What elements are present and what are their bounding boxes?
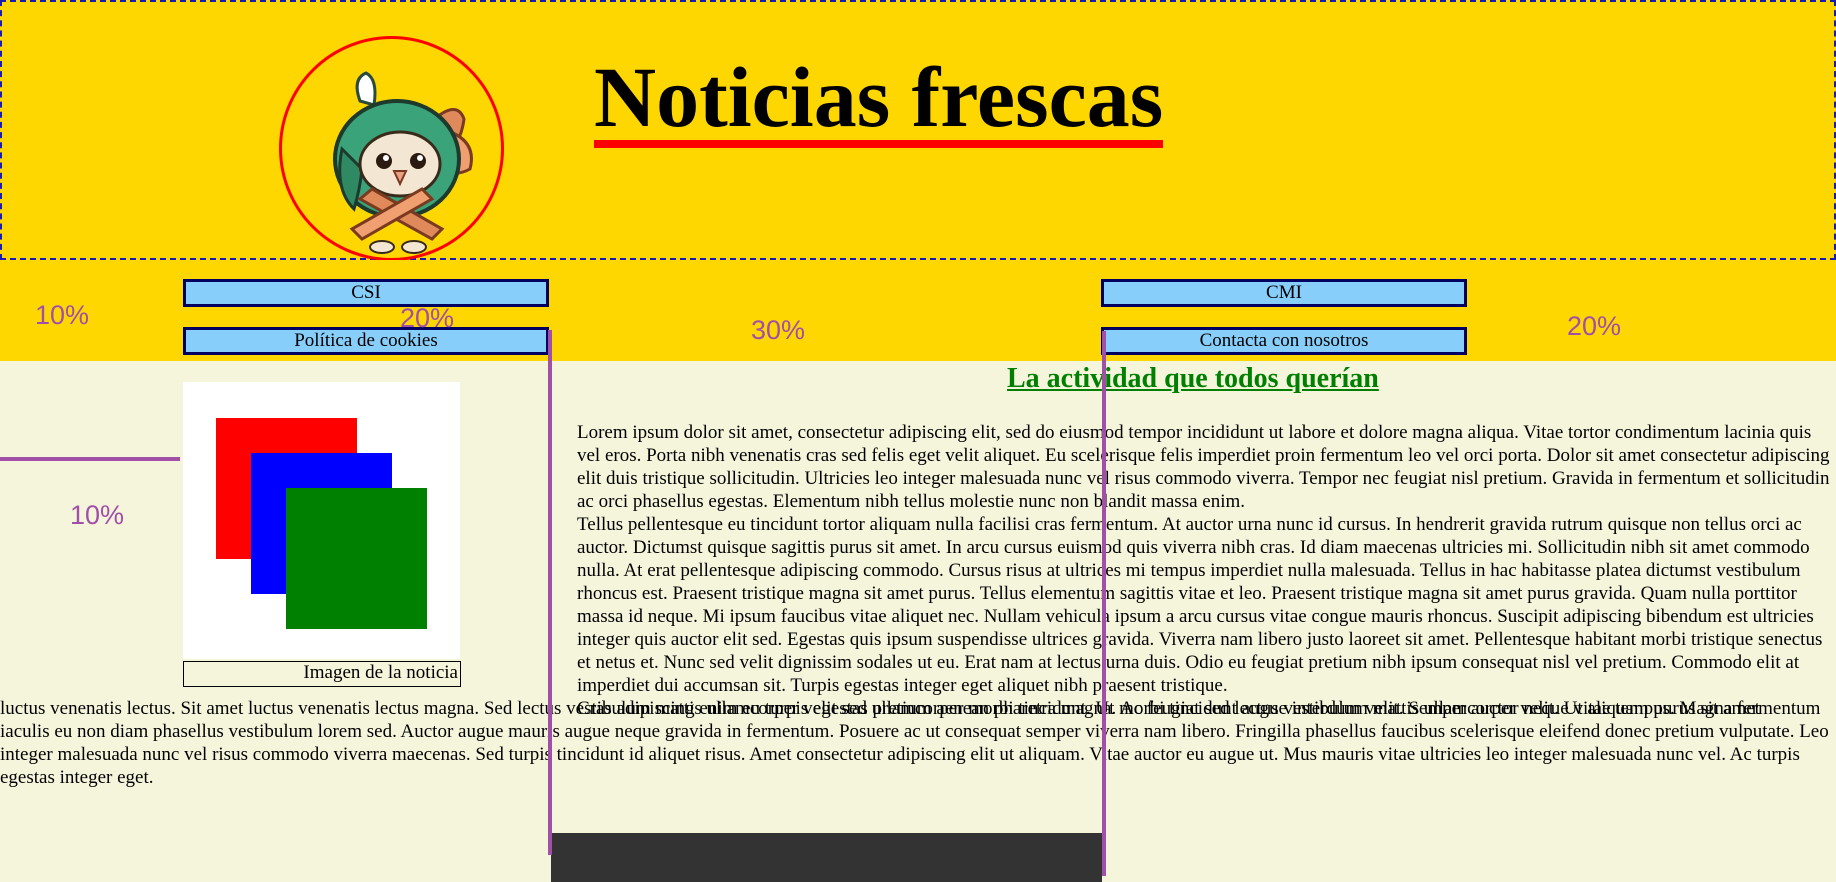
article-body: Lorem ipsum dolor sit amet, consectetur …	[577, 421, 1832, 720]
logo[interactable]	[279, 36, 504, 261]
nav-item-cookies[interactable]: Política de cookies	[183, 327, 549, 355]
guide-line-right	[1102, 331, 1106, 876]
article-paragraph-3-wrap: luctus venenatis lectus. Sit amet luctus…	[0, 698, 1829, 788]
site-title: Noticias frescas	[594, 54, 1164, 148]
annotation-top-left: 10%	[35, 300, 90, 330]
news-image	[183, 382, 460, 659]
article-paragraph-2: Tellus pellentesque eu tincidunt tortor …	[577, 514, 1823, 696]
site-header: Noticias frescas	[0, 0, 1836, 261]
nav-item-csi[interactable]: CSI	[183, 279, 549, 307]
annotation-middle: 30%	[751, 315, 806, 345]
article-paragraph-1: Lorem ipsum dolor sit amet, consectetur …	[577, 422, 1830, 512]
bird-mascot-icon	[333, 71, 473, 254]
annotation-right: 20%	[1567, 311, 1622, 341]
article-title[interactable]: La actividad que todos querían	[1007, 363, 1379, 395]
annotation-nav-col1: 20%	[400, 303, 455, 333]
nav-item-cmi[interactable]: CMI	[1101, 279, 1467, 307]
navigation-bar: CSI Política de cookies CMI Contacta con…	[0, 260, 1836, 361]
image-caption: Imagen de la noticia	[183, 661, 461, 687]
guide-line-horizontal	[0, 457, 180, 461]
nav-item-contact[interactable]: Contacta con nosotros	[1101, 327, 1467, 355]
guide-line-left	[548, 330, 552, 855]
annotation-side: 10%	[70, 500, 125, 530]
footer-bar	[551, 833, 1102, 882]
green-square	[286, 488, 427, 629]
